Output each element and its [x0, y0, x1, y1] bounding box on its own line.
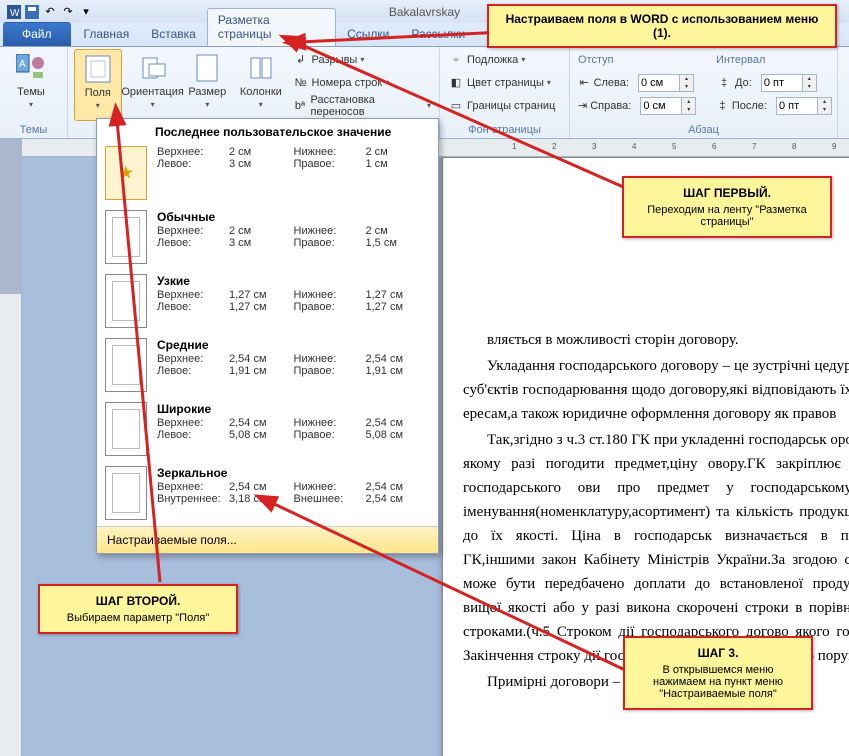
- themes-icon: A: [15, 52, 47, 84]
- quick-access-toolbar: W ↶ ↷ ▾: [6, 4, 94, 20]
- margins-icon: [82, 53, 114, 85]
- watermark-button[interactable]: ▫Подложка▾: [446, 49, 563, 70]
- columns-button[interactable]: Колонки▾: [237, 49, 284, 121]
- tab-references[interactable]: Ссылки: [336, 22, 400, 46]
- callout-step3: ШАГ 3.В открывшемся меню нажимаем на пун…: [623, 636, 813, 710]
- spacing-header: Интервал: [714, 49, 834, 70]
- indent-left-icon: ⇤: [578, 75, 591, 91]
- themes-button[interactable]: A Темы▾: [6, 49, 56, 121]
- group-themes-label: Темы: [6, 122, 61, 136]
- spacing-before-input[interactable]: [761, 74, 803, 92]
- margins-option-normal[interactable]: Обычные Верхнее:2 смНижнее:2 см Левое:3 …: [97, 206, 438, 270]
- custom-margins-button[interactable]: Настраиваемые поля...: [97, 526, 438, 553]
- line-numbers-icon: №: [293, 75, 309, 91]
- page-borders-button[interactable]: ▭Границы страниц: [446, 95, 563, 116]
- margins-option-narrow[interactable]: Узкие Верхнее:1,27 смНижнее:1,27 см Лево…: [97, 270, 438, 334]
- redo-icon[interactable]: ↷: [60, 4, 76, 20]
- callout-step2: ШАГ ВТОРОЙ.Выбираем параметр "Поля": [38, 584, 238, 634]
- svg-text:A: A: [19, 59, 26, 70]
- callout-step1: ШАГ ПЕРВЫЙ.Переходим на ленту "Разметка …: [622, 176, 832, 238]
- indent-right-input[interactable]: [640, 97, 682, 115]
- word-icon: W: [6, 4, 22, 20]
- undo-icon[interactable]: ↶: [42, 4, 58, 20]
- group-paragraph-label: Абзац: [576, 122, 831, 136]
- orientation-icon: [137, 52, 169, 84]
- vertical-ruler: [0, 139, 22, 756]
- qat-more-icon[interactable]: ▾: [78, 4, 94, 20]
- page-borders-icon: ▭: [448, 98, 464, 114]
- page-color-button[interactable]: ◧Цвет страницы▾: [446, 72, 563, 93]
- margins-button[interactable]: Поля▾: [74, 49, 122, 121]
- hyphenation-button[interactable]: bªРасстановка переносов▾: [291, 95, 433, 116]
- margins-dropdown: Последнее пользовательское значение ★ Ве…: [96, 118, 439, 554]
- spacing-before-row: ‡До: ▴▾: [714, 72, 834, 93]
- tab-file[interactable]: Файл: [3, 22, 71, 46]
- margins-option-mirrored[interactable]: Зеркальное Верхнее:2,54 смНижнее:2,54 см…: [97, 462, 438, 526]
- tab-page-layout[interactable]: Разметка страницы: [207, 8, 336, 46]
- save-icon[interactable]: [24, 4, 40, 20]
- indent-right-stepper[interactable]: ▴▾: [682, 97, 696, 115]
- indent-right-row: ⇥Справа: ▴▾: [576, 95, 696, 116]
- tab-home[interactable]: Главная: [73, 22, 141, 46]
- svg-text:W: W: [10, 8, 20, 19]
- dropdown-last-used-header: Последнее пользовательское значение: [97, 119, 438, 142]
- indent-left-stepper[interactable]: ▴▾: [680, 74, 694, 92]
- spacing-after-input[interactable]: [776, 97, 818, 115]
- callout-top: Настраиваем поля в WORD с использованием…: [487, 4, 837, 48]
- line-numbers-button[interactable]: №Номера строк▾: [291, 72, 433, 93]
- spacing-before-stepper[interactable]: ▴▾: [803, 74, 817, 92]
- orientation-button[interactable]: Ориентация▾: [128, 49, 178, 121]
- indent-left-input[interactable]: [638, 74, 680, 92]
- spacing-after-icon: ‡: [716, 98, 729, 114]
- spacing-after-stepper[interactable]: ▴▾: [818, 97, 832, 115]
- hyphenation-icon: bª: [293, 98, 308, 114]
- watermark-icon: ▫: [448, 52, 464, 68]
- margins-option-wide[interactable]: Широкие Верхнее:2,54 смНижнее:2,54 см Ле…: [97, 398, 438, 462]
- indent-header: Отступ: [576, 49, 696, 70]
- page-color-icon: ◧: [448, 75, 464, 91]
- margins-option-moderate[interactable]: Средние Верхнее:2,54 смНижнее:2,54 см Ле…: [97, 334, 438, 398]
- spacing-after-row: ‡После: ▴▾: [714, 95, 834, 116]
- tab-mailings[interactable]: Рассылки: [400, 22, 476, 46]
- spacing-before-icon: ‡: [716, 75, 732, 91]
- tab-insert[interactable]: Вставка: [140, 22, 207, 46]
- group-page-bg-label: Фон страницы: [446, 122, 563, 136]
- breaks-button[interactable]: ↲Разрывы▾: [291, 49, 433, 70]
- indent-right-icon: ⇥: [578, 98, 587, 114]
- size-button[interactable]: Размер▾: [184, 49, 231, 121]
- size-icon: [191, 52, 223, 84]
- breaks-icon: ↲: [293, 52, 309, 68]
- margins-option-last[interactable]: ★ Верхнее:2 смНижнее:2 см Левое:3 смПрав…: [97, 142, 438, 206]
- indent-left-row: ⇤Слева: ▴▾: [576, 72, 696, 93]
- columns-icon: [245, 52, 277, 84]
